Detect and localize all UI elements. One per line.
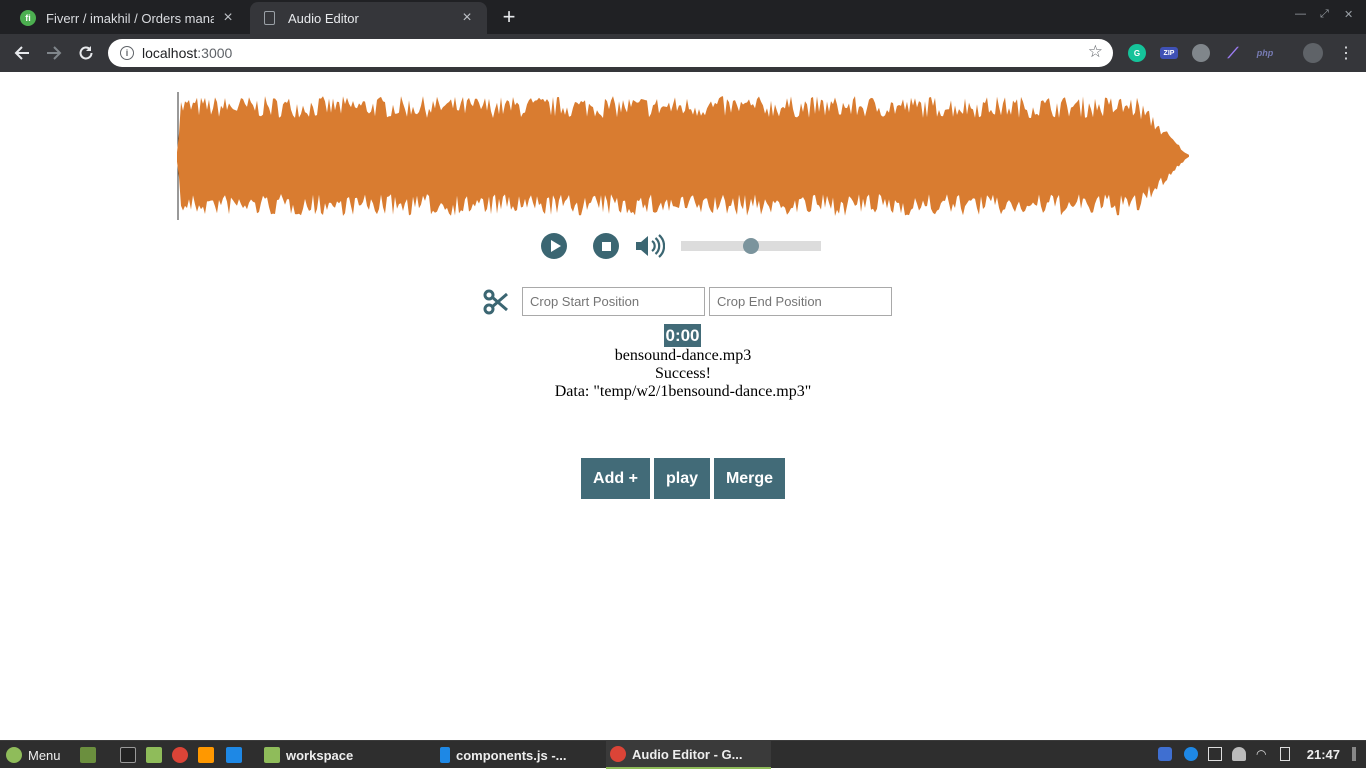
file-info: bensound-dance.mp3 Success! Data: "temp/… [0, 347, 1366, 401]
crop-end-input[interactable] [709, 287, 892, 316]
folder-icon [264, 747, 280, 763]
volume-slider[interactable] [681, 238, 821, 254]
taskbar-window-audio-editor[interactable]: Audio Editor - G... [606, 741, 771, 769]
scissors-icon[interactable] [483, 289, 509, 315]
user-icon[interactable] [1232, 747, 1246, 761]
audio-waveform[interactable] [177, 92, 1189, 220]
merge-button[interactable]: Merge [714, 458, 785, 499]
close-window-icon[interactable]: ✕ [1344, 8, 1353, 21]
add-button[interactable]: Add + [581, 458, 650, 499]
tab-title: Fiverr / imakhil / Orders manag [46, 10, 214, 26]
stop-icon[interactable] [593, 233, 619, 259]
vscode-icon [440, 747, 450, 763]
browser-toolbar: i localhost:3000 ☆ G ZIP ⟋ php ⋮ [0, 34, 1366, 72]
maximize-icon[interactable]: ⤢ [1320, 8, 1329, 21]
clock: 21:47 [1306, 747, 1340, 762]
close-icon[interactable]: × [459, 9, 475, 27]
start-menu-button[interactable]: Menu [6, 741, 61, 769]
data-path-text: Data: "temp/w2/1bensound-dance.mp3" [554, 383, 812, 400]
folder-icon [146, 747, 162, 763]
taskbar-window-workspace[interactable]: workspace [264, 741, 434, 769]
action-buttons: Add + play Merge [581, 458, 789, 499]
clipboard-icon[interactable] [1208, 747, 1222, 761]
menu-kebab-icon[interactable]: ⋮ [1334, 41, 1358, 65]
volume-icon[interactable] [633, 234, 665, 258]
zip-icon[interactable]: ZIP [1160, 47, 1178, 59]
back-icon[interactable] [10, 41, 34, 65]
crop-start-input[interactable] [522, 287, 705, 316]
terminal-icon [120, 747, 136, 763]
vscode-icon [226, 747, 242, 763]
bookmark-star-icon[interactable]: ☆ [1088, 42, 1103, 62]
bluetooth-icon[interactable] [1184, 747, 1198, 761]
filename-text: bensound-dance.mp3 [614, 347, 752, 364]
play-icon[interactable] [541, 233, 567, 259]
page-icon [264, 11, 275, 25]
show-desktop-button[interactable] [80, 741, 102, 769]
profile-avatar[interactable] [1303, 43, 1323, 63]
sublime-icon [198, 747, 214, 763]
window-label: workspace [286, 747, 354, 763]
window-label: Audio Editor - G... [632, 746, 743, 762]
battery-icon[interactable] [1280, 747, 1290, 761]
minimize-icon[interactable]: — [1295, 8, 1306, 20]
cloud-icon[interactable] [1192, 44, 1210, 62]
menu-label: Menu [28, 747, 61, 763]
terminal-launcher[interactable] [120, 741, 142, 769]
tab-title: Audio Editor [288, 10, 359, 26]
wifi-icon[interactable]: ◠ [1256, 747, 1270, 761]
info-icon[interactable]: i [120, 46, 134, 60]
volume-slider-handle[interactable] [743, 238, 759, 254]
vscode-launcher[interactable] [226, 741, 248, 769]
url-host: localhost [142, 45, 198, 61]
files-launcher[interactable] [146, 741, 168, 769]
os-taskbar: Menu workspace components.js -... Audio … [0, 740, 1366, 769]
feather-icon[interactable]: ⟋ [1224, 44, 1242, 62]
chrome-icon [172, 747, 188, 763]
url-port: :3000 [197, 45, 233, 61]
new-tab-button[interactable]: + [498, 6, 520, 28]
grammarly-icon[interactable]: G [1128, 44, 1146, 62]
playback-controls [541, 232, 821, 260]
php-icon[interactable]: php [1254, 44, 1276, 62]
chrome-icon [610, 746, 626, 762]
taskbar-window-components[interactable]: components.js -... [440, 741, 600, 769]
close-icon[interactable]: × [220, 9, 236, 27]
mint-logo-icon [6, 747, 22, 763]
reload-icon[interactable] [74, 41, 98, 65]
browser-tab-bar: fi Fiverr / imakhil / Orders manag × Aud… [0, 0, 1366, 34]
tab-audio-editor[interactable]: Audio Editor × [250, 2, 487, 34]
page-content: 0:00 bensound-dance.mp3 Success! Data: "… [0, 72, 1366, 740]
crop-controls [483, 287, 896, 316]
sublime-launcher[interactable] [198, 741, 220, 769]
status-text: Success! [655, 365, 711, 382]
window-label: components.js -... [456, 747, 567, 763]
tab-fiverr[interactable]: fi Fiverr / imakhil / Orders manag × [8, 2, 248, 34]
desktop-icon [80, 747, 96, 763]
time-display: 0:00 [664, 324, 701, 347]
show-desktop-edge[interactable] [1352, 747, 1356, 761]
shield-icon[interactable] [1158, 747, 1172, 761]
address-bar[interactable]: i localhost:3000 ☆ [108, 39, 1113, 67]
forward-icon[interactable] [42, 41, 66, 65]
chrome-launcher[interactable] [172, 741, 194, 769]
fiverr-favicon-icon: fi [20, 10, 36, 26]
play-button[interactable]: play [654, 458, 710, 499]
